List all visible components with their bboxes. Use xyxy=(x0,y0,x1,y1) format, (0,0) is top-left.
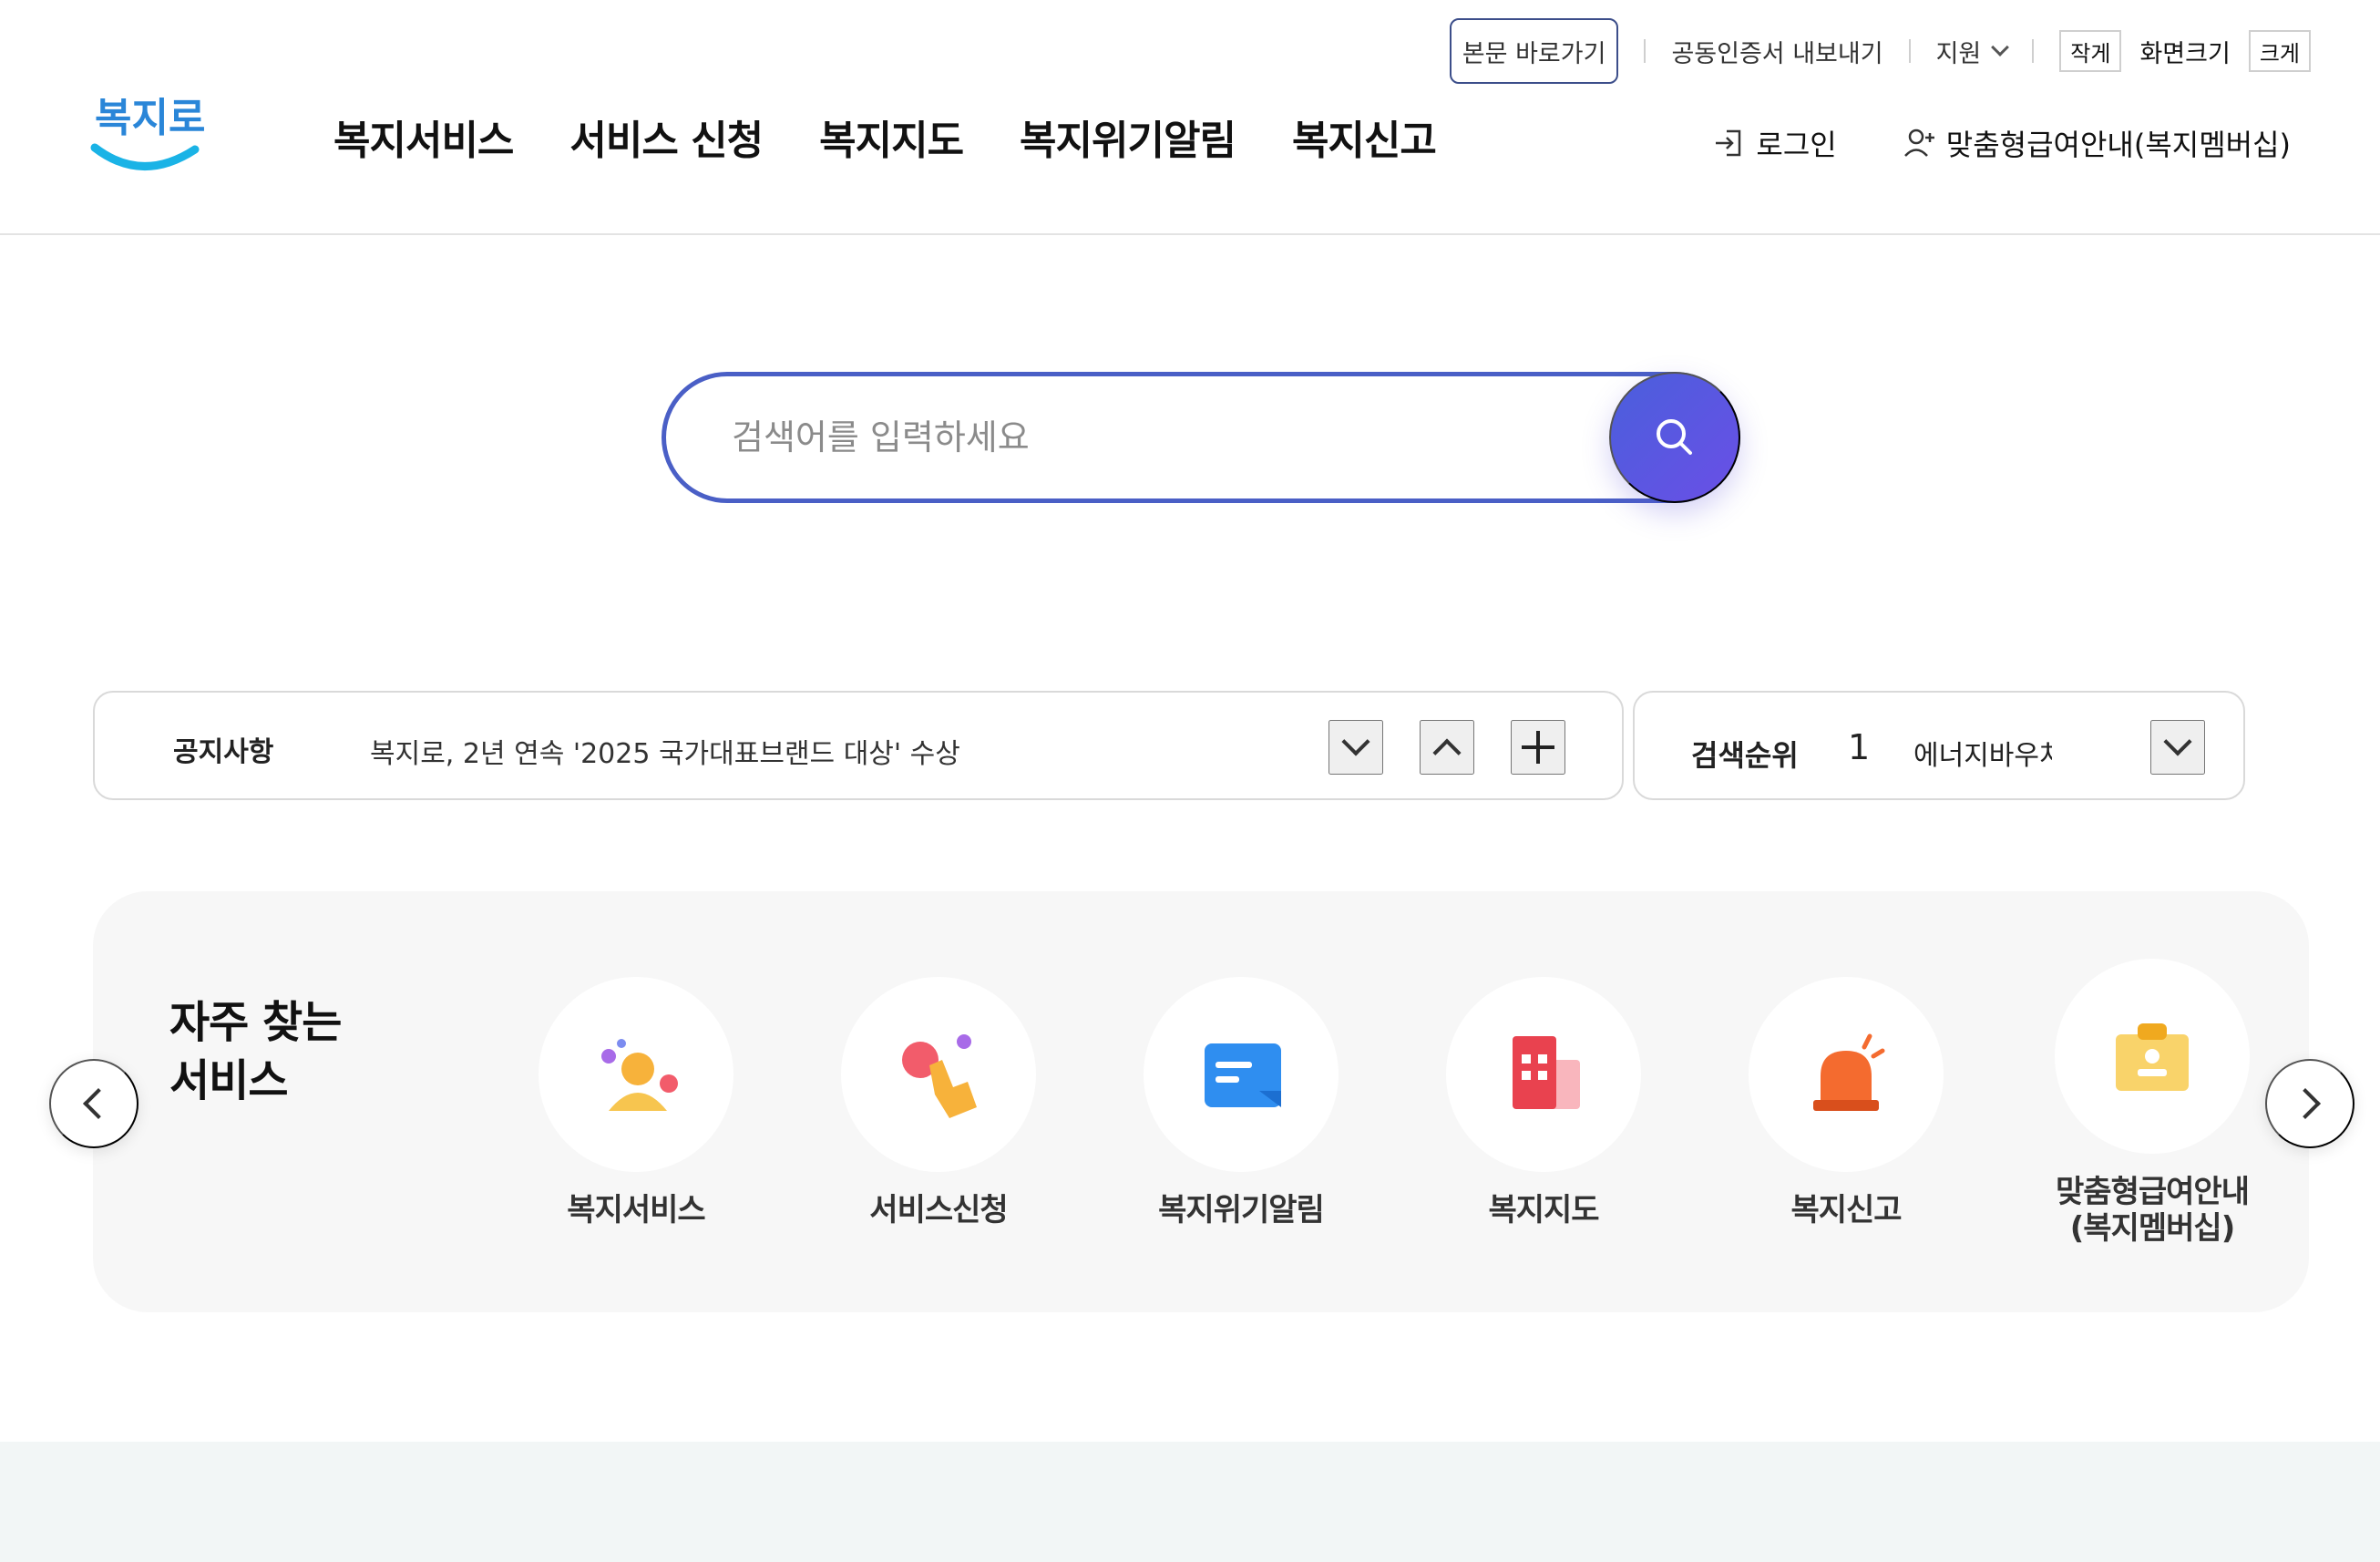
search-ranking-bar: 검색순위 1 에너지바우처 xyxy=(1633,691,2245,800)
notice-more-button[interactable] xyxy=(1511,720,1565,775)
bottom-section xyxy=(0,1442,2380,1562)
service-item-welfare-service[interactable]: 복지서비스 xyxy=(499,977,773,1228)
chevron-down-icon xyxy=(2163,727,2191,755)
support-dropdown[interactable]: 지원 xyxy=(1936,34,2007,69)
login-label: 로그인 xyxy=(1756,122,1836,164)
hand-tap-icon xyxy=(884,1020,993,1129)
service-label-line-2: (복지멤버십) xyxy=(2016,1210,2289,1247)
chevron-up-icon xyxy=(1432,738,1461,766)
logo-icon: 복지로 xyxy=(87,84,206,184)
service-label: 복지지도 xyxy=(1407,1192,1680,1228)
login-link[interactable]: 로그인 xyxy=(1712,122,1836,164)
svg-text:복지로: 복지로 xyxy=(95,95,205,141)
service-icon-circle xyxy=(1144,977,1339,1172)
service-item-service-apply[interactable]: 서비스신청 xyxy=(802,977,1075,1228)
service-icon-circle xyxy=(539,977,733,1172)
ranking-title: 검색순위 xyxy=(1691,733,1799,775)
chevron-down-icon xyxy=(1991,38,2009,57)
id-card-icon xyxy=(2098,1002,2207,1111)
search-input[interactable] xyxy=(732,376,1552,498)
service-label: 복지신고 xyxy=(1709,1192,1983,1228)
chevron-down-icon xyxy=(1341,727,1370,755)
service-item-welfare-report[interactable]: 복지신고 xyxy=(1709,977,1983,1228)
divider xyxy=(1909,39,1911,63)
service-icon-circle xyxy=(841,977,1036,1172)
search-box xyxy=(662,372,1740,503)
nav-item-crisis-alert[interactable]: 복지위기알림 xyxy=(1020,108,1236,166)
building-icon xyxy=(1489,1020,1598,1129)
divider xyxy=(1644,39,1646,63)
ranking-expand-button[interactable] xyxy=(2150,720,2205,775)
service-item-welfare-map[interactable]: 복지지도 xyxy=(1407,977,1680,1228)
service-label: 맞춤형급여안내 (복지멤버십) xyxy=(2016,1174,2289,1247)
notice-text[interactable]: 복지로, 2년 연속 '2025 국가대표브랜드 대상' 수상 xyxy=(370,731,960,771)
support-label: 지원 xyxy=(1936,34,1982,69)
membership-link[interactable]: 맞춤형급여안내(복지멤버십) xyxy=(1903,122,2291,164)
login-icon xyxy=(1712,126,1747,160)
service-icon-circle xyxy=(2055,959,2250,1154)
frequent-services-title: 자주 찾는 서비스 xyxy=(169,993,341,1110)
main-nav: 복지서비스 서비스 신청 복지지도 복지위기알림 복지신고 xyxy=(333,108,1436,166)
notice-bar: 공지사항 복지로, 2년 연속 '2025 국가대표브랜드 대상' 수상 xyxy=(93,691,1624,800)
service-item-crisis-alert[interactable]: 복지위기알림 xyxy=(1104,977,1378,1228)
site-logo[interactable]: 복지로 xyxy=(87,84,206,184)
title-line-1: 자주 찾는 xyxy=(169,993,341,1052)
carousel-next-button[interactable] xyxy=(2265,1059,2354,1148)
ranking-keyword[interactable]: 에너지바우처 xyxy=(1913,733,2052,773)
people-icon xyxy=(581,1020,691,1129)
service-label: 서비스신청 xyxy=(802,1192,1075,1228)
font-size-label: 화면크기 xyxy=(2139,34,2230,69)
nav-item-welfare-report[interactable]: 복지신고 xyxy=(1292,108,1436,166)
nav-item-welfare-map[interactable]: 복지지도 xyxy=(819,108,963,166)
divider xyxy=(2032,39,2034,63)
export-certificate-link[interactable]: 공동인증서 내보내기 xyxy=(1671,34,1882,69)
service-label: 복지서비스 xyxy=(499,1192,773,1228)
notice-prev-button[interactable] xyxy=(1420,720,1474,775)
membership-label: 맞춤형급여안내(복지멤버십) xyxy=(1946,122,2291,164)
service-item-membership[interactable]: 맞춤형급여안내 (복지멤버십) xyxy=(2016,959,2289,1247)
chevron-right-icon xyxy=(2290,1088,2321,1119)
service-icon-circle xyxy=(1446,977,1641,1172)
nav-item-welfare-service[interactable]: 복지서비스 xyxy=(333,108,513,166)
ranking-number: 1 xyxy=(1848,727,1870,767)
search-button[interactable] xyxy=(1609,372,1740,503)
notice-next-button[interactable] xyxy=(1328,720,1383,775)
frequent-services-panel: 자주 찾는 서비스 복지서비스 서비스신청 xyxy=(93,891,2309,1312)
service-label: 복지위기알림 xyxy=(1104,1192,1378,1228)
nav-item-service-apply[interactable]: 서비스 신청 xyxy=(569,108,763,166)
user-add-icon xyxy=(1903,126,1937,160)
plus-icon-vertical xyxy=(1536,731,1540,764)
skip-to-content-link[interactable]: 본문 바로가기 xyxy=(1450,18,1619,84)
service-label-line-1: 맞춤형급여안내 xyxy=(2016,1174,2289,1210)
chevron-left-icon xyxy=(83,1088,114,1119)
message-icon xyxy=(1186,1020,1296,1129)
carousel-prev-button[interactable] xyxy=(49,1059,138,1148)
site-header: 복지로 본문 바로가기 공동인증서 내보내기 지원 작게 화면크기 크게 복지서… xyxy=(0,0,2380,235)
service-icon-circle xyxy=(1749,977,1944,1172)
font-large-button[interactable]: 크게 xyxy=(2249,30,2311,72)
siren-icon xyxy=(1791,1020,1901,1129)
notice-title: 공지사항 xyxy=(173,729,273,769)
user-area: 로그인 맞춤형급여안내(복지멤버십) xyxy=(1712,122,2291,164)
font-small-button[interactable]: 작게 xyxy=(2059,30,2121,72)
search-icon xyxy=(1650,413,1699,462)
title-line-2: 서비스 xyxy=(169,1052,341,1110)
utility-bar: 본문 바로가기 공동인증서 내보내기 지원 작게 화면크기 크게 xyxy=(1450,18,2311,84)
